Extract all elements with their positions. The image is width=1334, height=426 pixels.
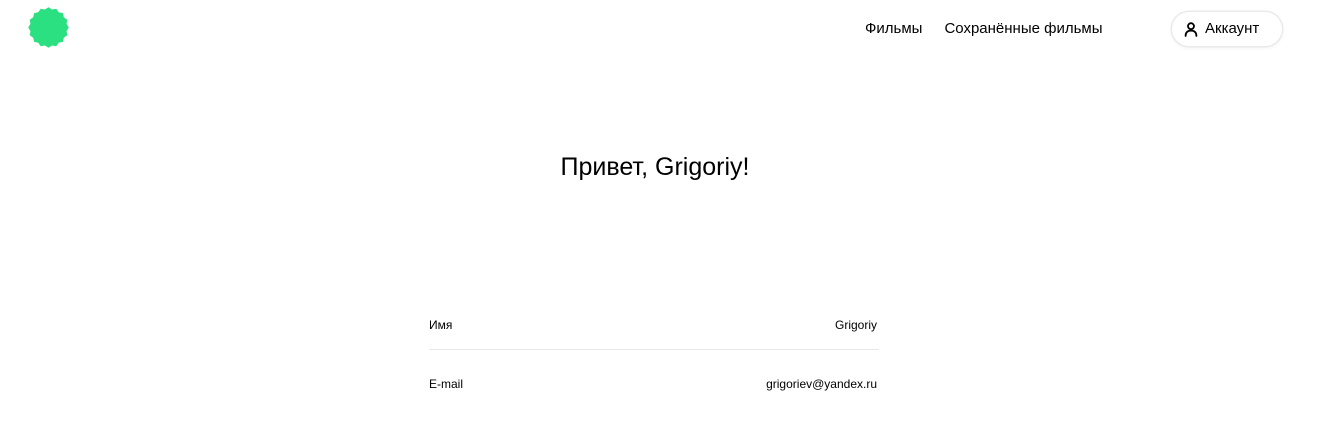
- profile-greeting: Привет, Grigoriy!: [560, 153, 750, 181]
- main-nav: Фильмы Сохранённые фильмы: [865, 19, 1103, 39]
- profile-info: Имя Grigoriy E-mail grigoriev@yandex.ru: [429, 314, 879, 395]
- nav-link-saved-movies[interactable]: Сохранённые фильмы: [944, 19, 1102, 39]
- name-label: Имя: [429, 318, 453, 332]
- name-value: Grigoriy: [834, 318, 877, 332]
- profile-divider: [429, 349, 879, 350]
- profile-row-name: Имя Grigoriy: [429, 314, 879, 336]
- user-icon: [1184, 21, 1198, 37]
- email-label: E-mail: [429, 377, 464, 391]
- nav-link-movies[interactable]: Фильмы: [865, 19, 922, 39]
- account-button[interactable]: Аккаунт: [1172, 12, 1282, 46]
- profile-page: Фильмы Сохранённые фильмы Аккаунт Привет…: [0, 0, 1334, 426]
- account-label: Аккаунт: [1205, 20, 1260, 37]
- email-value: grigoriev@yandex.ru: [766, 377, 877, 391]
- profile-row-email: E-mail grigoriev@yandex.ru: [429, 373, 879, 395]
- logo-icon[interactable]: [28, 7, 69, 48]
